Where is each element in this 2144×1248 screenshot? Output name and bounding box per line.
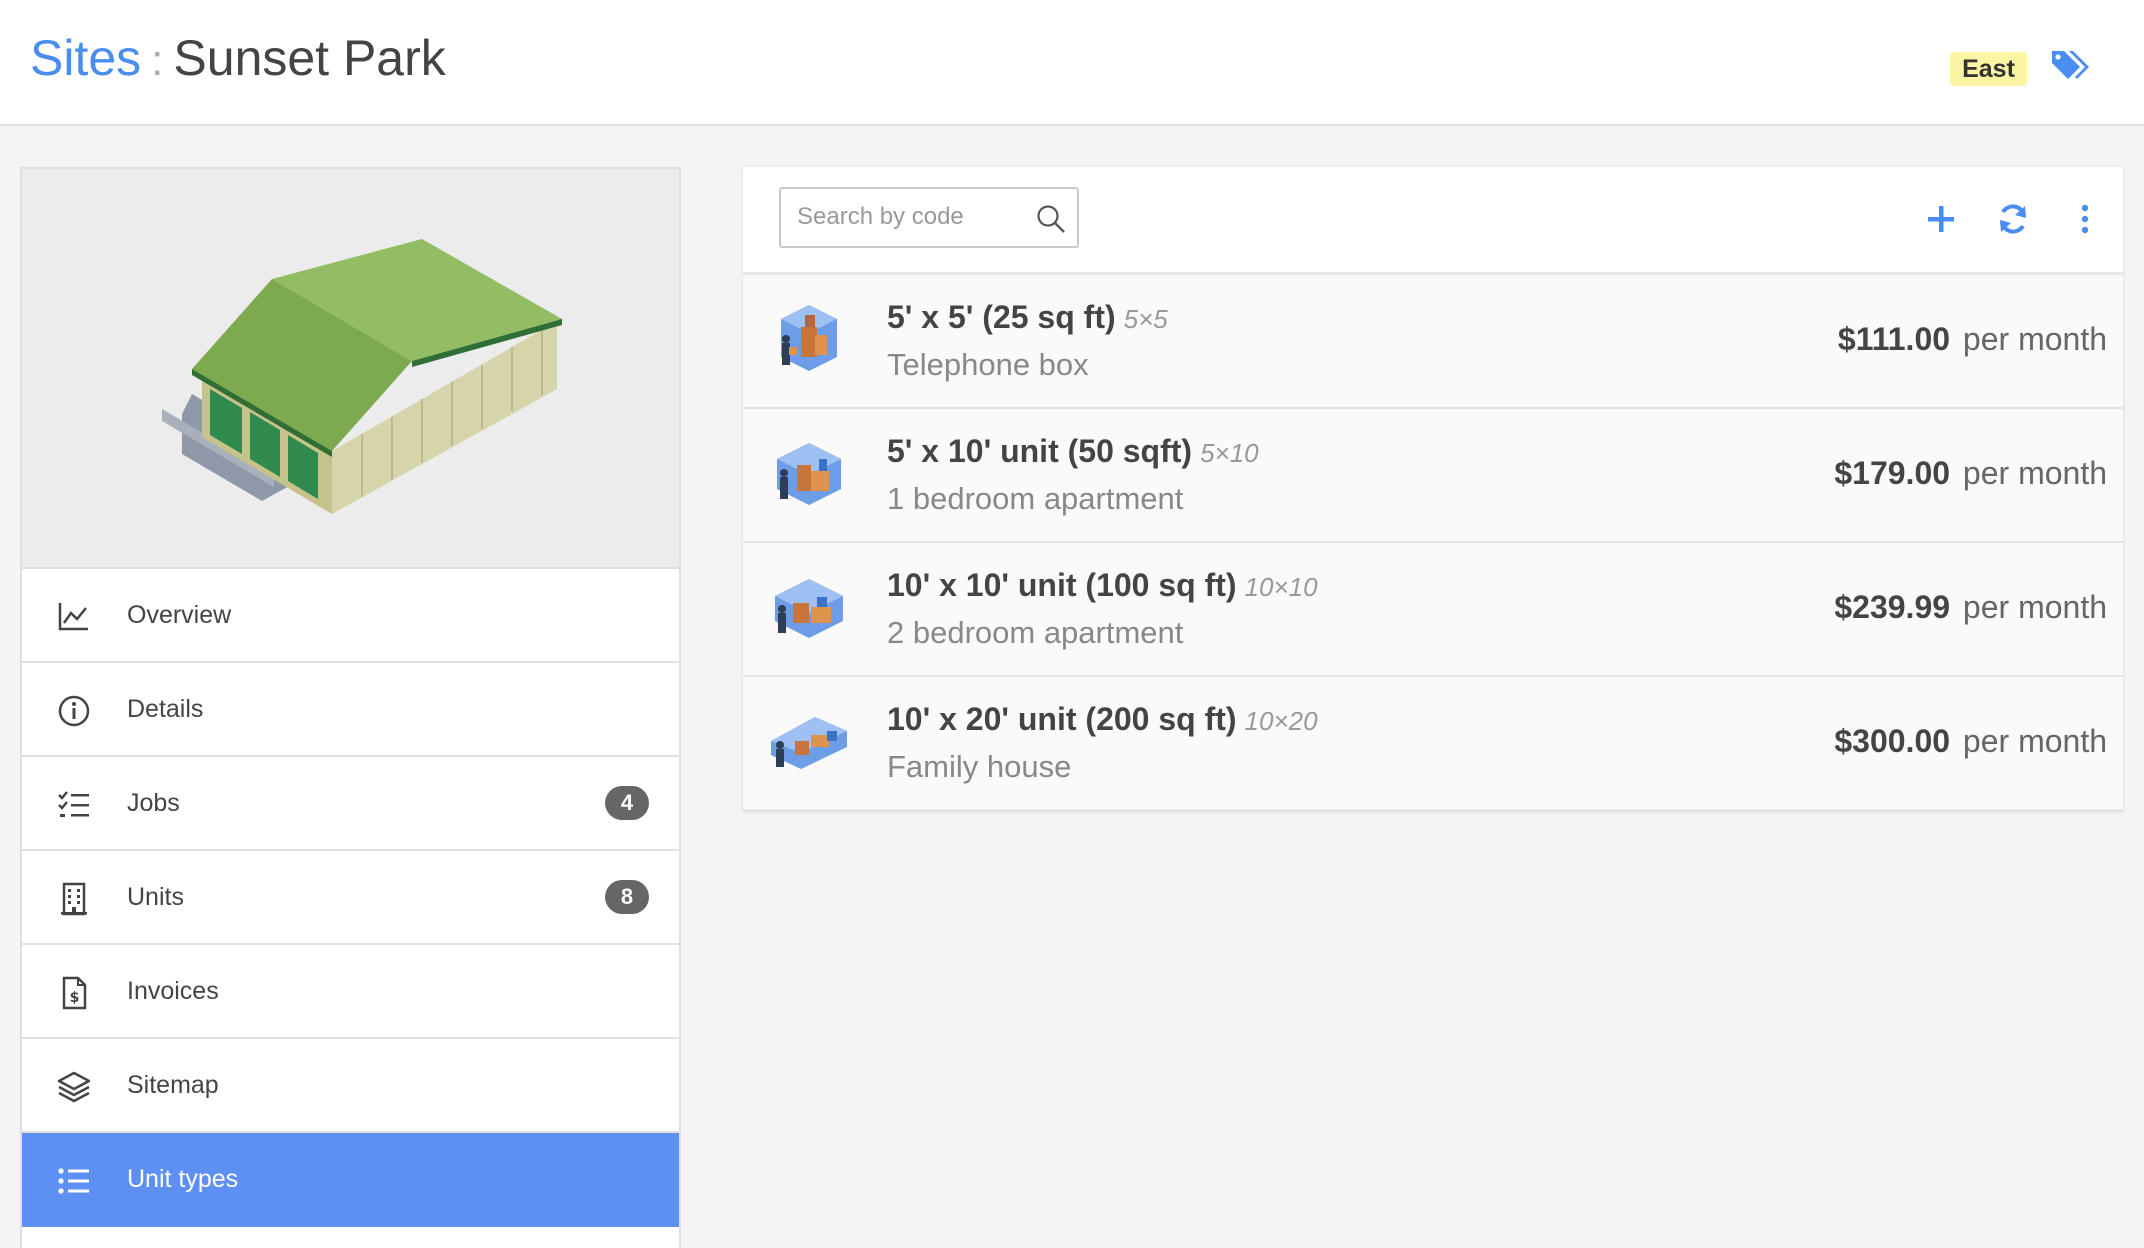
unit-type-description: 1 bedroom apartment (887, 481, 1184, 516)
breadcrumb: Sites: Sunset Park (30, 28, 446, 91)
price-period: per month (1962, 455, 2107, 491)
sidebar-item-overview[interactable]: Overview (22, 569, 679, 663)
sidebar-item-label: Details (127, 694, 204, 723)
svg-text:$: $ (70, 990, 80, 1006)
unit-type-title: 5' x 10' unit (50 sqft) 5×10 (887, 433, 1259, 470)
plus-icon[interactable] (1923, 201, 1959, 237)
search-icon[interactable] (1035, 203, 1067, 235)
sidebar-item-label: Units (127, 882, 184, 911)
price-amount: $239.99 (1834, 589, 1951, 625)
toolbar (743, 167, 2123, 275)
unit-thumbnail-image (777, 443, 841, 505)
building-icon (61, 882, 87, 916)
invoice-icon: $ (62, 976, 87, 1010)
unit-type-name: 10' x 20' unit (200 sq ft) (887, 701, 1237, 737)
unit-type-name: 5' x 10' unit (50 sqft) (887, 433, 1193, 469)
unit-types-panel: 5' x 5' (25 sq ft)5×5 Telephone box $111… (743, 167, 2123, 811)
unit-type-price: $179.00 per month (1834, 455, 2107, 492)
unit-type-description: Telephone box (887, 347, 1089, 382)
sidebar-item-label: Overview (127, 600, 232, 629)
sidebar-item-sitemap[interactable]: Sitemap (22, 1039, 679, 1133)
app-header: Sites: Sunset Park East (0, 0, 2144, 126)
sidebar-item-details[interactable]: Details (22, 663, 679, 757)
sidebar: Overview Details Jobs 4 Units 8 $ Invoic… (20, 167, 681, 1248)
search-box (779, 187, 1079, 248)
unit-type-price: $111.00 per month (1838, 321, 2107, 358)
unit-type-description: Family house (887, 749, 1072, 784)
refresh-icon[interactable] (1995, 201, 2031, 237)
unit-type-row-10x10[interactable]: 10' x 10' unit (100 sq ft) 10×10 2 bedroo… (743, 543, 2123, 677)
units-count-badge: 8 (605, 880, 649, 914)
price-amount: $111.00 (1837, 321, 1951, 357)
unit-thumbnail-image (781, 305, 837, 371)
unit-thumbnail-image (775, 579, 843, 638)
search-input[interactable] (797, 189, 1037, 245)
tags-icon[interactable] (2050, 47, 2092, 83)
sidebar-item-jobs[interactable]: Jobs 4 (22, 757, 679, 851)
breadcrumb-separator: : (151, 36, 164, 85)
unit-type-title: 10' x 20' unit (200 sq ft) 10×20 (887, 701, 1318, 738)
price-period: per month (1962, 723, 2107, 759)
region-badge: East (1950, 52, 2027, 86)
breadcrumb-sites-link[interactable]: Sites (30, 30, 141, 86)
list-icon (58, 1168, 89, 1194)
layers-icon (57, 1071, 91, 1103)
page-title: Sunset Park (173, 30, 446, 86)
more-vertical-icon[interactable] (2067, 201, 2103, 237)
unit-type-row-10x20[interactable]: 10' x 20' unit (200 sq ft) 10×20 Family h… (743, 677, 2123, 811)
price-period: per month (1962, 589, 2107, 625)
unit-type-row-5x10[interactable]: 5' x 10' unit (50 sqft) 5×10 1 bedroom ap… (743, 409, 2123, 543)
sidebar-item-label: Invoices (127, 976, 219, 1005)
info-circle-icon (58, 695, 90, 727)
unit-type-code: 10×10 (1244, 572, 1318, 602)
sidebar-item-label: Unit types (127, 1164, 239, 1193)
unit-type-price: $239.99 per month (1834, 589, 2107, 626)
unit-type-name: 10' x 10' unit (100 sq ft) (887, 567, 1237, 603)
unit-type-row-5x5[interactable]: 5' x 5' (25 sq ft) 5×5 Telephone box $111… (743, 275, 2123, 409)
sidebar-item-label: Jobs (127, 788, 180, 817)
chart-line-icon (58, 603, 88, 631)
unit-type-code: 5×5 (1123, 304, 1168, 334)
site-illustration (22, 169, 679, 569)
unit-thumbnail-image (771, 717, 847, 769)
price-amount: $300.00 (1834, 723, 1951, 759)
sidebar-item-invoices[interactable]: $ Invoices (22, 945, 679, 1039)
price-amount: $179.00 (1834, 455, 1951, 491)
unit-type-code: 5×10 (1200, 438, 1259, 468)
unit-type-description: 2 bedroom apartment (887, 615, 1184, 650)
storage-building-image (162, 239, 562, 514)
jobs-count-badge: 4 (605, 786, 649, 820)
unit-type-title: 5' x 5' (25 sq ft) 5×5 (887, 299, 1168, 336)
sidebar-item-unit-types[interactable]: Unit types (22, 1133, 679, 1227)
unit-type-title: 10' x 10' unit (100 sq ft) 10×10 (887, 567, 1318, 604)
unit-type-code: 10×20 (1244, 706, 1318, 736)
unit-type-price: $300.00 per month (1834, 723, 2107, 760)
sidebar-item-units[interactable]: Units 8 (22, 851, 679, 945)
price-period: per month (1962, 321, 2107, 357)
sidebar-item-label: Sitemap (127, 1070, 219, 1099)
unit-type-name: 5' x 5' (25 sq ft) (887, 299, 1116, 335)
checklist-icon (58, 791, 89, 817)
